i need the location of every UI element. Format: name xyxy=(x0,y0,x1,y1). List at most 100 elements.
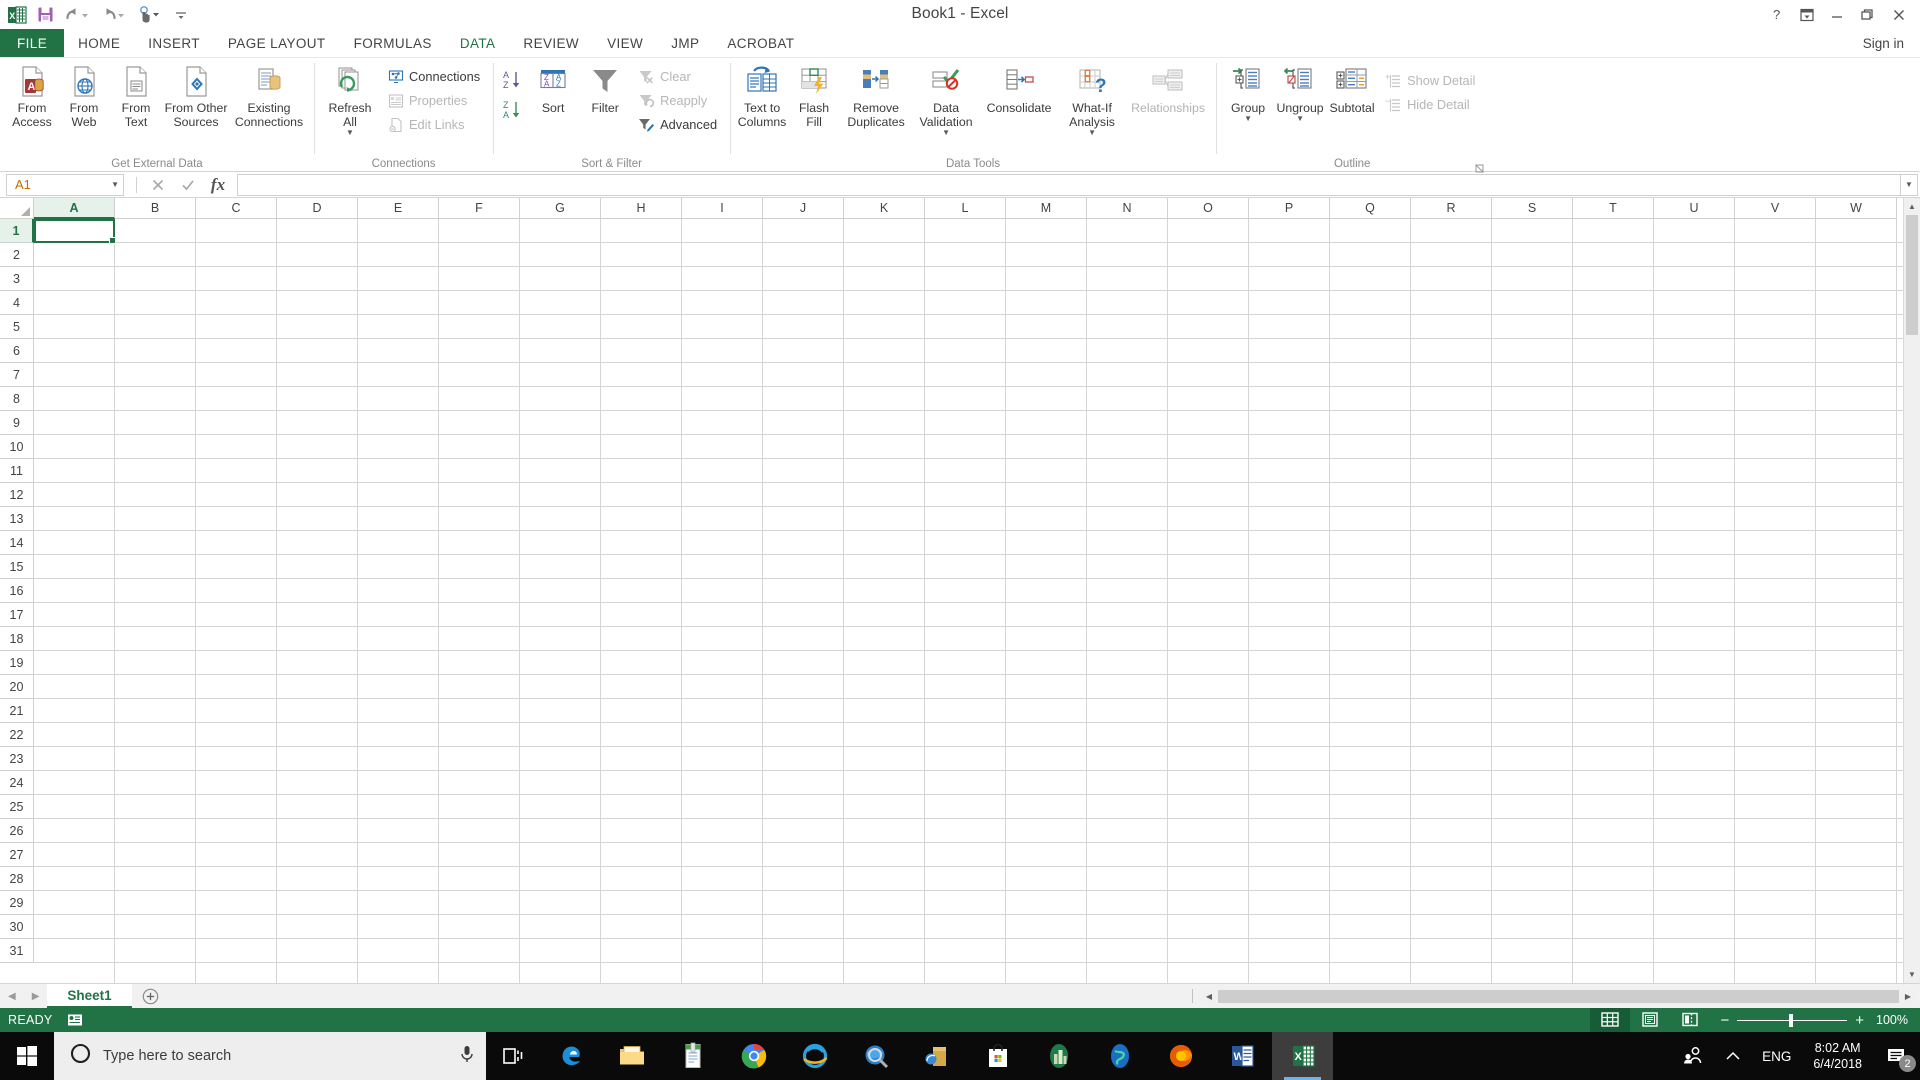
column-header-e[interactable]: E xyxy=(358,198,439,219)
show-hidden-icons-icon[interactable] xyxy=(1714,1032,1752,1080)
vertical-scrollbar-thumb[interactable] xyxy=(1906,215,1918,335)
sort-descending-button[interactable]: Z A xyxy=(499,95,527,125)
scroll-left-icon[interactable]: ◀ xyxy=(1201,987,1217,1005)
row-header-17[interactable]: 17 xyxy=(0,603,34,627)
taskbar-firefox[interactable] xyxy=(1150,1032,1211,1080)
tab-formulas[interactable]: FORMULAS xyxy=(340,29,446,57)
row-header-25[interactable]: 25 xyxy=(0,795,34,819)
clock[interactable]: 8:02 AM 6/4/2018 xyxy=(1801,1040,1874,1072)
connections-button[interactable]: Connections xyxy=(382,65,485,88)
row-header-31[interactable]: 31 xyxy=(0,939,34,963)
row-header-4[interactable]: 4 xyxy=(0,291,34,315)
ungroup-button[interactable]: Ungroup ▼ xyxy=(1274,61,1326,123)
column-header-g[interactable]: G xyxy=(520,198,601,219)
column-header-v[interactable]: V xyxy=(1735,198,1816,219)
sort-ascending-button[interactable]: A Z xyxy=(499,65,527,95)
previous-sheet-icon[interactable]: ◀ xyxy=(8,991,16,1002)
taskbar-chrome[interactable] xyxy=(723,1032,784,1080)
row-header-23[interactable]: 23 xyxy=(0,747,34,771)
scroll-down-icon[interactable]: ▼ xyxy=(1904,966,1920,983)
column-header-a[interactable]: A xyxy=(34,198,115,219)
horizontal-scrollbar-thumb[interactable] xyxy=(1218,989,1899,1003)
page-break-preview-button[interactable] xyxy=(1670,1008,1710,1032)
row-header-9[interactable]: 9 xyxy=(0,411,34,435)
row-header-27[interactable]: 27 xyxy=(0,843,34,867)
what-if-analysis-caret-icon[interactable]: ▼ xyxy=(1088,129,1096,137)
outline-dialog-launcher-icon[interactable] xyxy=(1475,162,1484,174)
row-header-13[interactable]: 13 xyxy=(0,507,34,531)
row-header-16[interactable]: 16 xyxy=(0,579,34,603)
subtotal-button[interactable]: Subtotal xyxy=(1326,61,1378,115)
row-header-5[interactable]: 5 xyxy=(0,315,34,339)
sheet-bar-splitter[interactable] xyxy=(1192,989,1193,1003)
tab-jmp[interactable]: JMP xyxy=(657,29,713,57)
taskbar-search-app[interactable] xyxy=(845,1032,906,1080)
start-button[interactable] xyxy=(0,1032,54,1080)
column-header-k[interactable]: K xyxy=(844,198,925,219)
row-header-28[interactable]: 28 xyxy=(0,867,34,891)
column-header-w[interactable]: W xyxy=(1816,198,1897,219)
row-header-11[interactable]: 11 xyxy=(0,459,34,483)
row-header-2[interactable]: 2 xyxy=(0,243,34,267)
row-header-3[interactable]: 3 xyxy=(0,267,34,291)
row-header-26[interactable]: 26 xyxy=(0,819,34,843)
add-sheet-icon[interactable] xyxy=(132,984,170,1008)
tab-review[interactable]: REVIEW xyxy=(509,29,593,57)
insert-function-icon[interactable]: fx xyxy=(203,174,233,196)
column-header-f[interactable]: F xyxy=(439,198,520,219)
column-header-d[interactable]: D xyxy=(277,198,358,219)
row-header-22[interactable]: 22 xyxy=(0,723,34,747)
row-header-21[interactable]: 21 xyxy=(0,699,34,723)
row-header-15[interactable]: 15 xyxy=(0,555,34,579)
remove-duplicates-button[interactable]: Remove Duplicates xyxy=(840,61,912,129)
column-header-j[interactable]: J xyxy=(763,198,844,219)
record-macro-icon[interactable] xyxy=(67,1013,83,1027)
column-header-b[interactable]: B xyxy=(115,198,196,219)
column-header-i[interactable]: I xyxy=(682,198,763,219)
refresh-all-button[interactable]: Refresh All ▼ xyxy=(320,61,380,137)
zoom-slider-thumb[interactable] xyxy=(1789,1013,1794,1027)
row-header-1[interactable]: 1 xyxy=(0,219,34,243)
tab-view[interactable]: VIEW xyxy=(593,29,657,57)
zoom-level-label[interactable]: 100% xyxy=(1876,1013,1920,1027)
zoom-slider[interactable] xyxy=(1737,1013,1848,1027)
row-header-12[interactable]: 12 xyxy=(0,483,34,507)
cancel-formula-icon[interactable] xyxy=(143,174,173,196)
tab-data[interactable]: DATA xyxy=(445,29,510,57)
taskbar-city-app[interactable] xyxy=(1028,1032,1089,1080)
tab-home[interactable]: HOME xyxy=(64,29,134,57)
taskbar-archive[interactable] xyxy=(906,1032,967,1080)
horizontal-scroll-track[interactable] xyxy=(1217,987,1900,1005)
column-header-u[interactable]: U xyxy=(1654,198,1735,219)
taskbar-excel[interactable]: X xyxy=(1272,1032,1333,1080)
consolidate-button[interactable]: Consolidate xyxy=(980,61,1058,115)
column-header-m[interactable]: M xyxy=(1006,198,1087,219)
advanced-button[interactable]: Advanced xyxy=(633,113,722,136)
sort-button[interactable]: Z A A Z Sort xyxy=(527,61,579,115)
from-text-button[interactable]: From Text xyxy=(110,61,162,129)
column-header-o[interactable]: O xyxy=(1168,198,1249,219)
taskbar-file-explorer[interactable] xyxy=(601,1032,662,1080)
column-header-t[interactable]: T xyxy=(1573,198,1654,219)
data-validation-button[interactable]: Data Validation ▼ xyxy=(912,61,980,137)
enter-formula-icon[interactable] xyxy=(173,174,203,196)
page-layout-view-button[interactable] xyxy=(1630,1008,1670,1032)
language-indicator[interactable]: ENG xyxy=(1752,1032,1801,1080)
people-icon[interactable] xyxy=(1672,1032,1714,1080)
column-header-h[interactable]: H xyxy=(601,198,682,219)
tab-insert[interactable]: INSERT xyxy=(134,29,214,57)
from-web-button[interactable]: From Web xyxy=(58,61,110,129)
tab-acrobat[interactable]: ACROBAT xyxy=(713,29,808,57)
from-other-sources-button[interactable]: From Other Sources xyxy=(162,61,230,129)
search-box[interactable]: Type here to search xyxy=(54,1032,486,1080)
column-header-l[interactable]: L xyxy=(925,198,1006,219)
row-header-14[interactable]: 14 xyxy=(0,531,34,555)
sheet-tab-sheet1[interactable]: Sheet1 xyxy=(47,984,132,1008)
taskbar-notepad[interactable] xyxy=(662,1032,723,1080)
column-header-c[interactable]: C xyxy=(196,198,277,219)
filter-button[interactable]: Filter xyxy=(579,61,631,115)
ungroup-caret-icon[interactable]: ▼ xyxy=(1296,115,1304,123)
vertical-scrollbar[interactable]: ▲ ▼ xyxy=(1903,198,1920,983)
tab-file[interactable]: FILE xyxy=(0,29,65,57)
row-header-29[interactable]: 29 xyxy=(0,891,34,915)
